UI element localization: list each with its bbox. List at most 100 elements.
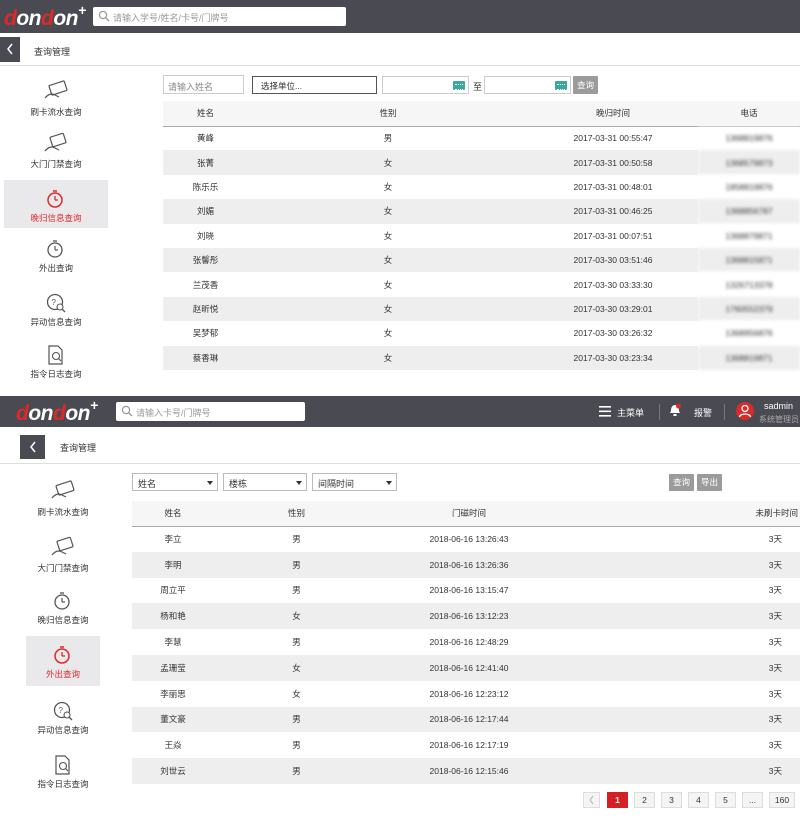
cell-door-time: 2018-06-16 12:17:19 xyxy=(379,732,559,759)
nav-card-swipe[interactable]: 刷卡流水查询 xyxy=(26,480,100,530)
cell-no-swipe-time: 3天 xyxy=(559,577,800,604)
table-row[interactable]: 董文豪男 2018-06-16 12:17:44 3天 xyxy=(132,706,800,733)
cell-name: 张菁 xyxy=(163,150,248,175)
table-row[interactable]: 张馨彤女 2017-03-30 03:51:46 1368815871 xyxy=(163,247,800,273)
page-button[interactable]: 2 xyxy=(634,792,655,808)
col-late-time[interactable]: 晚归时间 xyxy=(528,101,698,127)
cell-no-swipe-time: 3天 xyxy=(559,758,800,784)
calendar-icon[interactable] xyxy=(453,81,465,90)
table-row[interactable]: 兰茂香女 2017-03-30 03:33:30 1326713378 xyxy=(163,272,800,297)
table-row[interactable]: 李立男 2018-06-16 13:26:43 3天 xyxy=(132,526,800,552)
back-button[interactable] xyxy=(20,435,45,459)
cell-door-time: 2018-06-16 13:26:36 xyxy=(379,551,559,578)
start-date-input[interactable] xyxy=(382,76,469,94)
nav-late-return[interactable]: 晚归信息查询 xyxy=(4,180,108,228)
table-row[interactable]: 蔡香琳女 2017-03-30 03:23:34 1368819871 xyxy=(163,345,800,370)
name-input[interactable]: 请输入姓名 xyxy=(163,75,244,94)
page-button[interactable]: 160 xyxy=(769,792,795,808)
screenshot-outing: dondon+ 请输入卡号/门牌号 主菜单 报警 sadmin 系统管理员 查询… xyxy=(0,396,800,824)
page-button[interactable]: 5 xyxy=(715,792,736,808)
search-input[interactable]: 请输入学号/姓名/卡号/门牌号 xyxy=(93,7,346,26)
table-row[interactable]: 孟珊莹女 2018-06-16 12:41:40 3天 xyxy=(132,654,800,681)
nav-outing[interactable]: 外出查询 xyxy=(26,636,100,686)
to-label: 至 xyxy=(473,82,483,92)
interval-select[interactable]: 间隔时间 xyxy=(312,473,397,491)
user-name[interactable]: sadmin xyxy=(764,401,793,411)
nav-anomaly[interactable]: ? 异动信息查询 xyxy=(26,700,100,750)
col-no-swipe-time[interactable]: 未刷卡时间 xyxy=(559,501,800,527)
query-button[interactable]: 查询 xyxy=(573,76,598,94)
table-row[interactable]: 杨和艳女 2018-06-16 13:12:23 3天 xyxy=(132,603,800,630)
page-button[interactable]: 1 xyxy=(607,792,628,808)
end-date-input[interactable] xyxy=(484,76,571,94)
col-gender[interactable]: 性别 xyxy=(248,101,528,127)
nav-anomaly[interactable]: ? 异动信息查询 xyxy=(4,292,108,340)
nav-gate-access[interactable]: 大门门禁查询 xyxy=(26,536,100,586)
building-select[interactable]: 楼栋 xyxy=(223,473,307,491)
cell-late-time: 2017-03-31 00:48:01 xyxy=(528,174,698,200)
cell-gender: 男 xyxy=(214,758,379,784)
table-row[interactable]: 李慧男 2018-06-16 12:48:29 3天 xyxy=(132,629,800,655)
table-row[interactable]: 周立平男 2018-06-16 13:15:47 3天 xyxy=(132,577,800,604)
back-button[interactable] xyxy=(0,37,20,62)
cell-name: 黄峰 xyxy=(163,126,248,151)
col-name[interactable]: 姓名 xyxy=(132,501,214,527)
left-nav: 刷卡流水查询 大门门禁查询 晚归信息查询 外出查询 ? 异动信息查询 指令日志查… xyxy=(0,66,110,392)
svg-text:?: ? xyxy=(59,706,64,715)
alarm-button[interactable]: 报警 xyxy=(669,403,715,419)
nav-card-swipe[interactable]: 刷卡流水查询 xyxy=(4,80,108,128)
cell-name: 杨和艳 xyxy=(132,603,214,630)
command-log-icon xyxy=(48,345,63,365)
search-input[interactable]: 请输入卡号/门牌号 xyxy=(116,402,305,421)
nav-command-log[interactable]: 指令日志查询 xyxy=(26,754,100,804)
nav-gate-access[interactable]: 大门门禁查询 xyxy=(4,132,108,180)
table-row[interactable]: 李丽思女 2018-06-16 12:23:12 3天 xyxy=(132,680,800,707)
cell-name: 李丽思 xyxy=(132,680,214,707)
avatar[interactable] xyxy=(736,402,754,420)
name-select[interactable]: 姓名 xyxy=(132,473,218,491)
divider xyxy=(659,404,660,420)
table-row[interactable]: 吴梦郁女 2017-03-30 03:26:32 1368956876 xyxy=(163,321,800,346)
cell-name: 赵昕悦 xyxy=(163,296,248,322)
chevron-left-icon xyxy=(589,795,594,805)
query-button[interactable]: 查询 xyxy=(669,474,694,491)
caret-down-icon xyxy=(207,481,213,485)
main-menu-button[interactable]: 主菜单 xyxy=(599,405,651,419)
col-door-time[interactable]: 门磁时间 xyxy=(379,501,559,527)
table-row[interactable]: 黄峰男 2017-03-31 00:55:47 1368819876 xyxy=(163,126,800,151)
page-button[interactable]: 4 xyxy=(688,792,709,808)
col-name[interactable]: 姓名 xyxy=(163,101,248,127)
card-swipe-icon xyxy=(51,480,75,499)
table-row[interactable]: 刘晓女 2017-03-31 00:07:51 1368879871 xyxy=(163,223,800,248)
search-icon xyxy=(98,10,110,22)
export-button[interactable]: 导出 xyxy=(697,474,722,491)
table-row[interactable]: 刘世云男 2018-06-16 12:15:46 3天 xyxy=(132,758,800,784)
cell-gender: 女 xyxy=(248,150,528,175)
nav-command-log[interactable]: 指令日志查询 xyxy=(4,344,108,392)
select-unit-button[interactable]: 选择单位... xyxy=(252,76,377,94)
table-row[interactable]: 赵昕悦女 2017-03-30 03:29:01 1760552379 xyxy=(163,296,800,322)
cell-gender: 男 xyxy=(214,526,379,552)
col-phone[interactable]: 电话 xyxy=(698,101,800,127)
table-row[interactable]: 李明男 2018-06-16 13:26:36 3天 xyxy=(132,551,800,578)
table-row[interactable]: 张菁女 2017-03-31 00:50:58 1368579873 xyxy=(163,150,800,175)
cell-name: 董文豪 xyxy=(132,706,214,733)
col-gender[interactable]: 性别 xyxy=(214,501,379,527)
table-row[interactable]: 刘媚女 2017-03-31 00:46:25 1368856787 xyxy=(163,199,800,224)
caret-down-icon xyxy=(386,481,392,485)
cell-late-time: 2017-03-30 03:23:34 xyxy=(528,345,698,370)
breadcrumb-bar: 查询管理 xyxy=(0,33,800,66)
page-button[interactable]: 3 xyxy=(661,792,682,808)
cell-name: 王焱 xyxy=(132,732,214,759)
table-row[interactable]: 王焱男 2018-06-16 12:17:19 3天 xyxy=(132,732,800,759)
late-return-clock-icon xyxy=(54,592,70,610)
cell-name: 张馨彤 xyxy=(163,247,248,273)
left-nav: 刷卡流水查询 大门门禁查询 晚归信息查询 外出查询 ? 异动信息查询 指令日志查… xyxy=(20,464,130,824)
cell-no-swipe-time: 3天 xyxy=(559,732,800,759)
prev-page-button[interactable] xyxy=(583,792,600,808)
nav-late-return[interactable]: 晚归信息查询 xyxy=(26,590,100,640)
cell-phone: 1368856787 xyxy=(698,199,800,224)
table-row[interactable]: 陈乐乐女 2017-03-31 00:48:01 1858819876 xyxy=(163,174,800,200)
nav-outing[interactable]: 外出查询 xyxy=(4,238,108,286)
calendar-icon[interactable] xyxy=(555,81,567,90)
